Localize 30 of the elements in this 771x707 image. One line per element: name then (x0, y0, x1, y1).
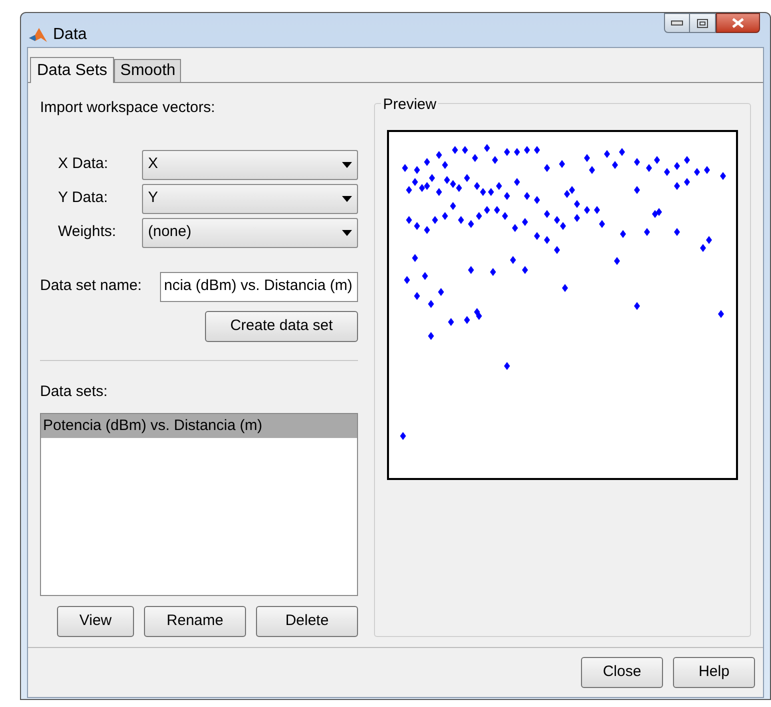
close-button[interactable] (716, 13, 760, 33)
app-logo-icon (29, 27, 47, 43)
field-label: Data set name: (40, 276, 143, 296)
section-label: Import workspace vectors: (40, 98, 216, 118)
dropdown-arrow-icon (342, 162, 352, 168)
minimize-button[interactable] (664, 13, 690, 33)
tab[interactable]: Smooth (114, 59, 182, 82)
dropdown[interactable]: Y (142, 184, 358, 214)
push-button[interactable]: Rename (144, 606, 246, 637)
section-label: Data sets: (40, 382, 109, 402)
minimize-icon (671, 20, 683, 26)
field-label: Y Data: (57, 188, 109, 208)
push-button[interactable]: Help (673, 657, 755, 688)
text-field[interactable]: ncia (dBm) vs. Distancia (m) (160, 272, 358, 302)
dropdown-arrow-icon (342, 196, 352, 202)
push-button[interactable]: Delete (256, 606, 358, 637)
tab[interactable]: Data Sets (30, 57, 114, 83)
field-label: X Data: (57, 154, 110, 174)
window-title: Data (53, 25, 87, 45)
dropdown[interactable]: (none) (142, 218, 358, 248)
dropdown[interactable]: X (142, 150, 358, 180)
dropdown-arrow-icon (342, 230, 352, 236)
list-item[interactable]: Potencia (dBm) vs. Distancia (m) (41, 414, 357, 438)
maximize-icon (697, 18, 708, 28)
maximize-button[interactable] (690, 13, 716, 33)
push-button[interactable]: Close (581, 657, 663, 688)
field-label: Weights: (57, 222, 118, 242)
push-button[interactable]: Create data set (205, 310, 358, 342)
push-button[interactable]: View (57, 606, 134, 637)
close-icon (732, 18, 744, 28)
